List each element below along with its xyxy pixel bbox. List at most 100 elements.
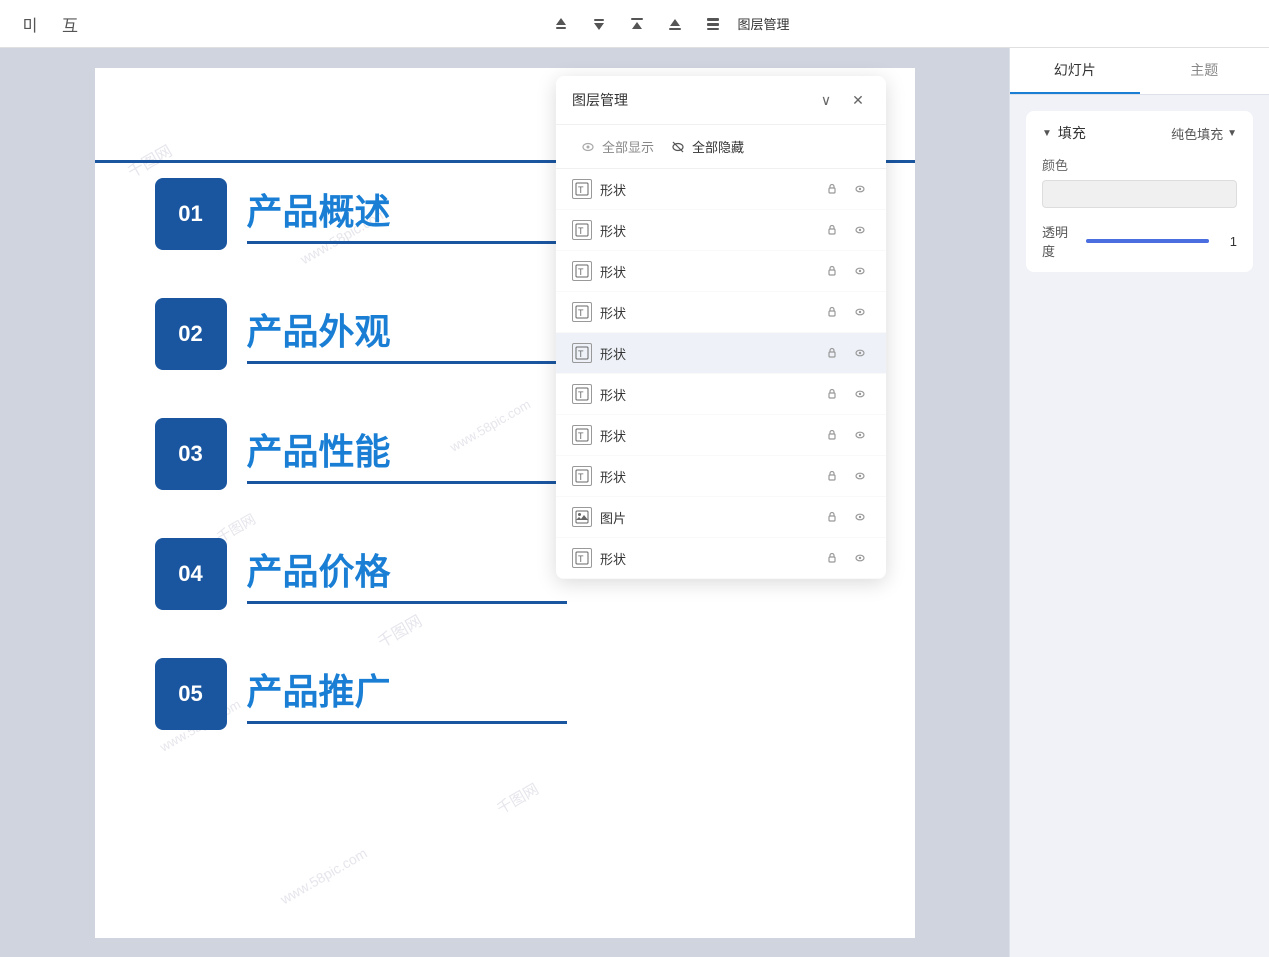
lock-icon-5[interactable] [822,384,842,404]
layer-item-name-7: 形状 [600,467,814,486]
layer-type-icon-9: T [572,548,592,568]
menu-item-03: 03 产品性能 [155,418,567,490]
eye-icon-5[interactable] [850,384,870,404]
fill-section: ▼ 填充 纯色填充 ▼ 颜色 透明度 [1026,111,1253,272]
fill-type-selector[interactable]: 纯色填充 ▼ [1171,124,1237,143]
layer-item-controls-0 [822,179,870,199]
show-all-btn[interactable]: 全部显示 [572,133,662,160]
layer-manager-icon[interactable] [699,10,727,38]
eye-icon-7[interactable] [850,466,870,486]
watermark-9: www.58pic.com [277,844,369,906]
layer-item-name-2: 形状 [600,262,814,281]
layer-item-0[interactable]: T 形状 [556,169,886,210]
layer-type-icon-4: T [572,343,592,363]
svg-text:T: T [578,308,584,318]
menu-num-box-01: 01 [155,178,227,250]
layer-panel-close-btn[interactable]: ✕ [846,88,870,112]
opacity-slider[interactable] [1086,239,1209,243]
layer-type-icon-5: T [572,384,592,404]
svg-text:T: T [578,554,584,564]
svg-text:T: T [578,267,584,277]
eye-icon-4[interactable] [850,343,870,363]
arrange-down-icon[interactable] [585,10,613,38]
right-panel: 幻灯片 主题 ▼ 填充 纯色填充 ▼ 颜色 [1009,48,1269,957]
lock-icon-9[interactable] [822,548,842,568]
menu-num-box-03: 03 [155,418,227,490]
svg-text:T: T [578,390,584,400]
tab-slide[interactable]: 幻灯片 [1010,48,1140,94]
layer-item-1[interactable]: T 形状 [556,210,886,251]
right-panel-tabs: 幻灯片 主题 [1010,48,1269,95]
lock-icon-8[interactable] [822,507,842,527]
lock-icon-1[interactable] [822,220,842,240]
svg-text:T: T [578,226,584,236]
menu-item-05: 05 产品推广 [155,658,567,730]
layer-item-name-3: 形状 [600,303,814,322]
hide-all-btn[interactable]: 全部隐藏 [662,133,752,160]
toolbar-left: 미 互 [16,10,84,38]
menu-text-block-02: 产品外观 [247,303,567,364]
toolbar-icon-mi[interactable]: 미 [16,10,44,38]
menu-underline-05 [247,721,567,724]
layer-panel-title: 图层管理 [572,90,628,110]
toolbar-icon-hu[interactable]: 互 [56,10,84,38]
eye-icon-3[interactable] [850,302,870,322]
color-label: 颜色 [1042,155,1237,174]
eye-icon-1[interactable] [850,220,870,240]
fill-chevron-icon[interactable]: ▼ [1042,128,1052,139]
layer-item-8[interactable]: 图片 [556,497,886,538]
svg-text:T: T [578,349,584,359]
layer-item-name-4: 形状 [600,344,814,363]
layer-item-name-6: 形状 [600,426,814,445]
eye-icon-0[interactable] [850,179,870,199]
eye-icon-9[interactable] [850,548,870,568]
lock-icon-2[interactable] [822,261,842,281]
eye-icon-6[interactable] [850,425,870,445]
layer-type-icon-2: T [572,261,592,281]
menu-num-box-02: 02 [155,298,227,370]
color-swatch[interactable] [1042,180,1237,208]
layer-item-controls-3 [822,302,870,322]
layer-item-controls-2 [822,261,870,281]
layer-item-controls-7 [822,466,870,486]
arrange-up-icon[interactable] [547,10,575,38]
main-area: 千图网 www.58pic.com 千图网 www.58pic.com 千图网 … [0,48,1269,957]
layer-item-controls-8 [822,507,870,527]
layer-panel-header: 图层管理 ∨ ✕ [556,76,886,125]
svg-text:T: T [578,472,584,482]
eye-icon-2[interactable] [850,261,870,281]
layer-item-name-0: 形状 [600,180,814,199]
layer-item-4[interactable]: T 形状 [556,333,886,374]
layer-item-9[interactable]: T形状 [556,538,886,579]
layer-type-icon-8 [572,507,592,527]
color-swatch-row [1042,180,1237,208]
layer-item-2[interactable]: T 形状 [556,251,886,292]
menu-text-block-03: 产品性能 [247,423,567,484]
menu-num-box-04: 04 [155,538,227,610]
fill-header: ▼ 填充 纯色填充 ▼ [1042,123,1237,143]
layer-type-icon-3: T [572,302,592,322]
lock-icon-7[interactable] [822,466,842,486]
layer-item-6[interactable]: T形状 [556,415,886,456]
layer-item-controls-5 [822,384,870,404]
layer-item-3[interactable]: T 形状 [556,292,886,333]
lock-icon-4[interactable] [822,343,842,363]
layer-item-7[interactable]: T 形状 [556,456,886,497]
layer-item-name-1: 形状 [600,221,814,240]
tab-theme[interactable]: 主题 [1140,48,1269,94]
lock-icon-3[interactable] [822,302,842,322]
menu-underline-01 [247,241,567,244]
arrange-bottom-icon[interactable] [661,10,689,38]
arrange-top-icon[interactable] [623,10,651,38]
eye-icon-8[interactable] [850,507,870,527]
layer-item-5[interactable]: T形状 [556,374,886,415]
canvas-area[interactable]: 千图网 www.58pic.com 千图网 www.58pic.com 千图网 … [0,48,1009,957]
layer-visibility-bar: 全部显示 全部隐藏 [556,125,886,169]
menu-text-block-01: 产品概述 [247,183,567,244]
layer-list[interactable]: T形状T形状T形状T形状T形状T形状T形状T形状图片T形状 [556,169,886,579]
lock-icon-0[interactable] [822,179,842,199]
lock-icon-6[interactable] [822,425,842,445]
fill-type-chevron-icon: ▼ [1227,128,1237,139]
layer-panel-collapse-btn[interactable]: ∨ [814,88,838,112]
svg-text:T: T [578,185,584,195]
